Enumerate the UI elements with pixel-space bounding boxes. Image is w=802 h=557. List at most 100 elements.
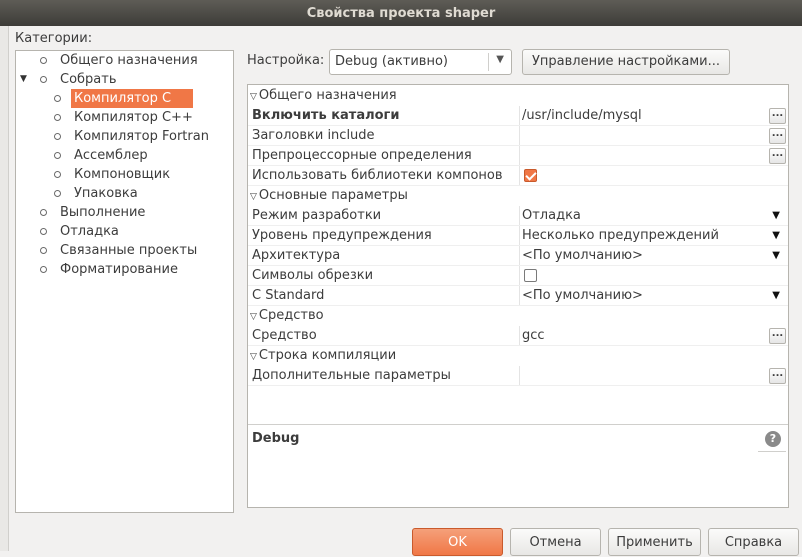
property-value[interactable]: gcc — [522, 326, 545, 346]
manage-configurations-button[interactable]: Управление настройками... — [522, 49, 730, 75]
category-item[interactable]: Компилятор Fortran — [16, 127, 231, 146]
property-checkbox[interactable] — [524, 269, 537, 282]
property-row[interactable]: Дополнительные параметры... — [248, 366, 788, 386]
configuration-combo[interactable]: Debug (активно) ▼ — [329, 49, 512, 75]
category-item[interactable]: Упаковка — [16, 184, 231, 203]
combo-separator — [488, 53, 489, 71]
property-row[interactable]: C Standard <По умолчанию> ▼ — [248, 286, 788, 306]
category-item[interactable]: Форматирование — [16, 260, 231, 279]
property-name: Уровень предупреждения — [252, 228, 432, 243]
property-group-header[interactable]: ▽ Основные параметры — [250, 186, 408, 206]
bullet-icon — [54, 190, 61, 197]
property-name: Дополнительные параметры — [252, 368, 451, 383]
help-button[interactable]: Справка — [708, 528, 799, 556]
ellipsis-button[interactable]: ... — [769, 328, 786, 344]
property-name: Препроцессорные определения — [252, 148, 472, 163]
group-title: Основные параметры — [258, 188, 408, 203]
property-value[interactable]: Несколько предупреждений — [522, 226, 719, 246]
column-divider — [519, 106, 520, 126]
property-name: Заголовки include — [252, 128, 375, 143]
column-divider — [519, 326, 520, 346]
property-name: Включить каталоги — [252, 108, 400, 123]
property-row[interactable]: Символы обрезки — [248, 266, 788, 286]
ok-button[interactable]: OK — [412, 528, 503, 556]
expander-arrow-icon[interactable]: ▼ — [20, 70, 27, 89]
collapse-triangle-icon[interactable]: ▽ — [250, 312, 257, 322]
category-item[interactable]: Отладка — [16, 222, 231, 241]
category-label: Форматирование — [60, 262, 178, 277]
property-name: Средство — [252, 328, 317, 343]
category-item[interactable]: Связанные проекты — [16, 241, 231, 260]
chevron-down-icon[interactable]: ▼ — [772, 206, 780, 226]
property-group-header[interactable]: ▽ Строка компиляции — [250, 346, 396, 366]
column-divider — [519, 266, 520, 286]
property-name: Использовать библиотеки компонов — [252, 168, 503, 183]
category-label: Отладка — [60, 224, 119, 239]
chevron-down-icon[interactable]: ▼ — [772, 246, 780, 266]
property-row[interactable]: Уровень предупреждения Несколько предупре… — [248, 226, 788, 246]
property-value[interactable]: /usr/include/mysql — [522, 106, 642, 126]
collapse-triangle-icon[interactable]: ▽ — [250, 352, 257, 362]
categories-tree[interactable]: Общего назначения ▼ Собрать Компилятор C Ком… — [15, 50, 234, 513]
chevron-down-icon[interactable]: ▼ — [772, 226, 780, 246]
category-label: Собрать — [60, 72, 117, 87]
window-titlebar: Свойства проекта shaper — [0, 0, 802, 26]
bullet-icon — [54, 133, 61, 140]
category-label: Выполнение — [60, 205, 146, 220]
category-item[interactable]: Выполнение — [16, 203, 231, 222]
collapse-triangle-icon[interactable]: ▽ — [250, 192, 257, 202]
column-divider — [519, 226, 520, 246]
bullet-icon — [54, 171, 61, 178]
property-group-header[interactable]: ▽ Общего назначения — [250, 86, 397, 106]
ellipsis-button[interactable]: ... — [769, 368, 786, 384]
ellipsis-button[interactable]: ... — [769, 148, 786, 164]
cancel-button[interactable]: Отмена — [510, 528, 601, 556]
question-icon[interactable]: ? — [765, 431, 781, 447]
category-item[interactable]: Компоновщик — [16, 165, 231, 184]
property-group-header[interactable]: ▽ Средство — [250, 306, 324, 326]
group-title: Строка компиляции — [258, 348, 397, 363]
configuration-label: Настройка: — [247, 53, 325, 68]
ellipsis-button[interactable]: ... — [769, 108, 786, 124]
row-divider — [248, 305, 788, 306]
bullet-icon — [40, 209, 47, 216]
property-row[interactable]: Включить каталоги/usr/include/mysql... — [248, 106, 788, 126]
property-value[interactable]: <По умолчанию> — [522, 286, 643, 306]
property-sheet[interactable]: ▽ Общего назначения Включить каталоги/usr/… — [247, 84, 789, 508]
category-item[interactable]: Общего назначения — [16, 51, 231, 70]
category-label: Общего назначения — [60, 53, 198, 68]
help-divider — [758, 451, 786, 452]
bullet-icon — [54, 152, 61, 159]
column-divider — [519, 206, 520, 226]
chevron-down-icon[interactable]: ▼ — [772, 286, 780, 306]
column-divider — [519, 166, 520, 186]
property-row[interactable]: Использовать библиотеки компонов — [248, 166, 788, 186]
bullet-icon — [54, 95, 61, 102]
property-name: Символы обрезки — [252, 268, 374, 283]
property-row[interactable]: Препроцессорные определения... — [248, 146, 788, 166]
property-checkbox[interactable] — [524, 169, 537, 182]
collapse-triangle-icon[interactable]: ▽ — [250, 92, 257, 102]
property-value[interactable]: Отладка — [522, 206, 581, 226]
description-title: Debug — [252, 431, 300, 446]
column-divider — [519, 146, 520, 166]
property-row[interactable]: Режим разработки Отладка ▼ — [248, 206, 788, 226]
category-label: Компилятор Fortran — [74, 129, 209, 144]
property-name: Архитектура — [252, 248, 341, 263]
column-divider — [519, 366, 520, 386]
bullet-icon — [40, 247, 47, 254]
category-item[interactable]: Компилятор C — [16, 89, 231, 108]
row-divider — [248, 385, 788, 386]
property-row[interactable]: Средство gcc... — [248, 326, 788, 346]
ellipsis-button[interactable]: ... — [769, 128, 786, 144]
apply-button[interactable]: Применить — [608, 528, 701, 556]
category-label: Ассемблер — [74, 148, 148, 163]
property-value[interactable]: <По умолчанию> — [522, 246, 643, 266]
property-row[interactable]: Архитектура <По умолчанию> ▼ — [248, 246, 788, 266]
category-item[interactable]: ▼ Собрать — [16, 70, 231, 89]
property-name: Режим разработки — [252, 208, 382, 223]
category-label: Связанные проекты — [60, 243, 198, 258]
property-row[interactable]: Заголовки include... — [248, 126, 788, 146]
category-item[interactable]: Компилятор C++ — [16, 108, 231, 127]
category-item[interactable]: Ассемблер — [16, 146, 231, 165]
